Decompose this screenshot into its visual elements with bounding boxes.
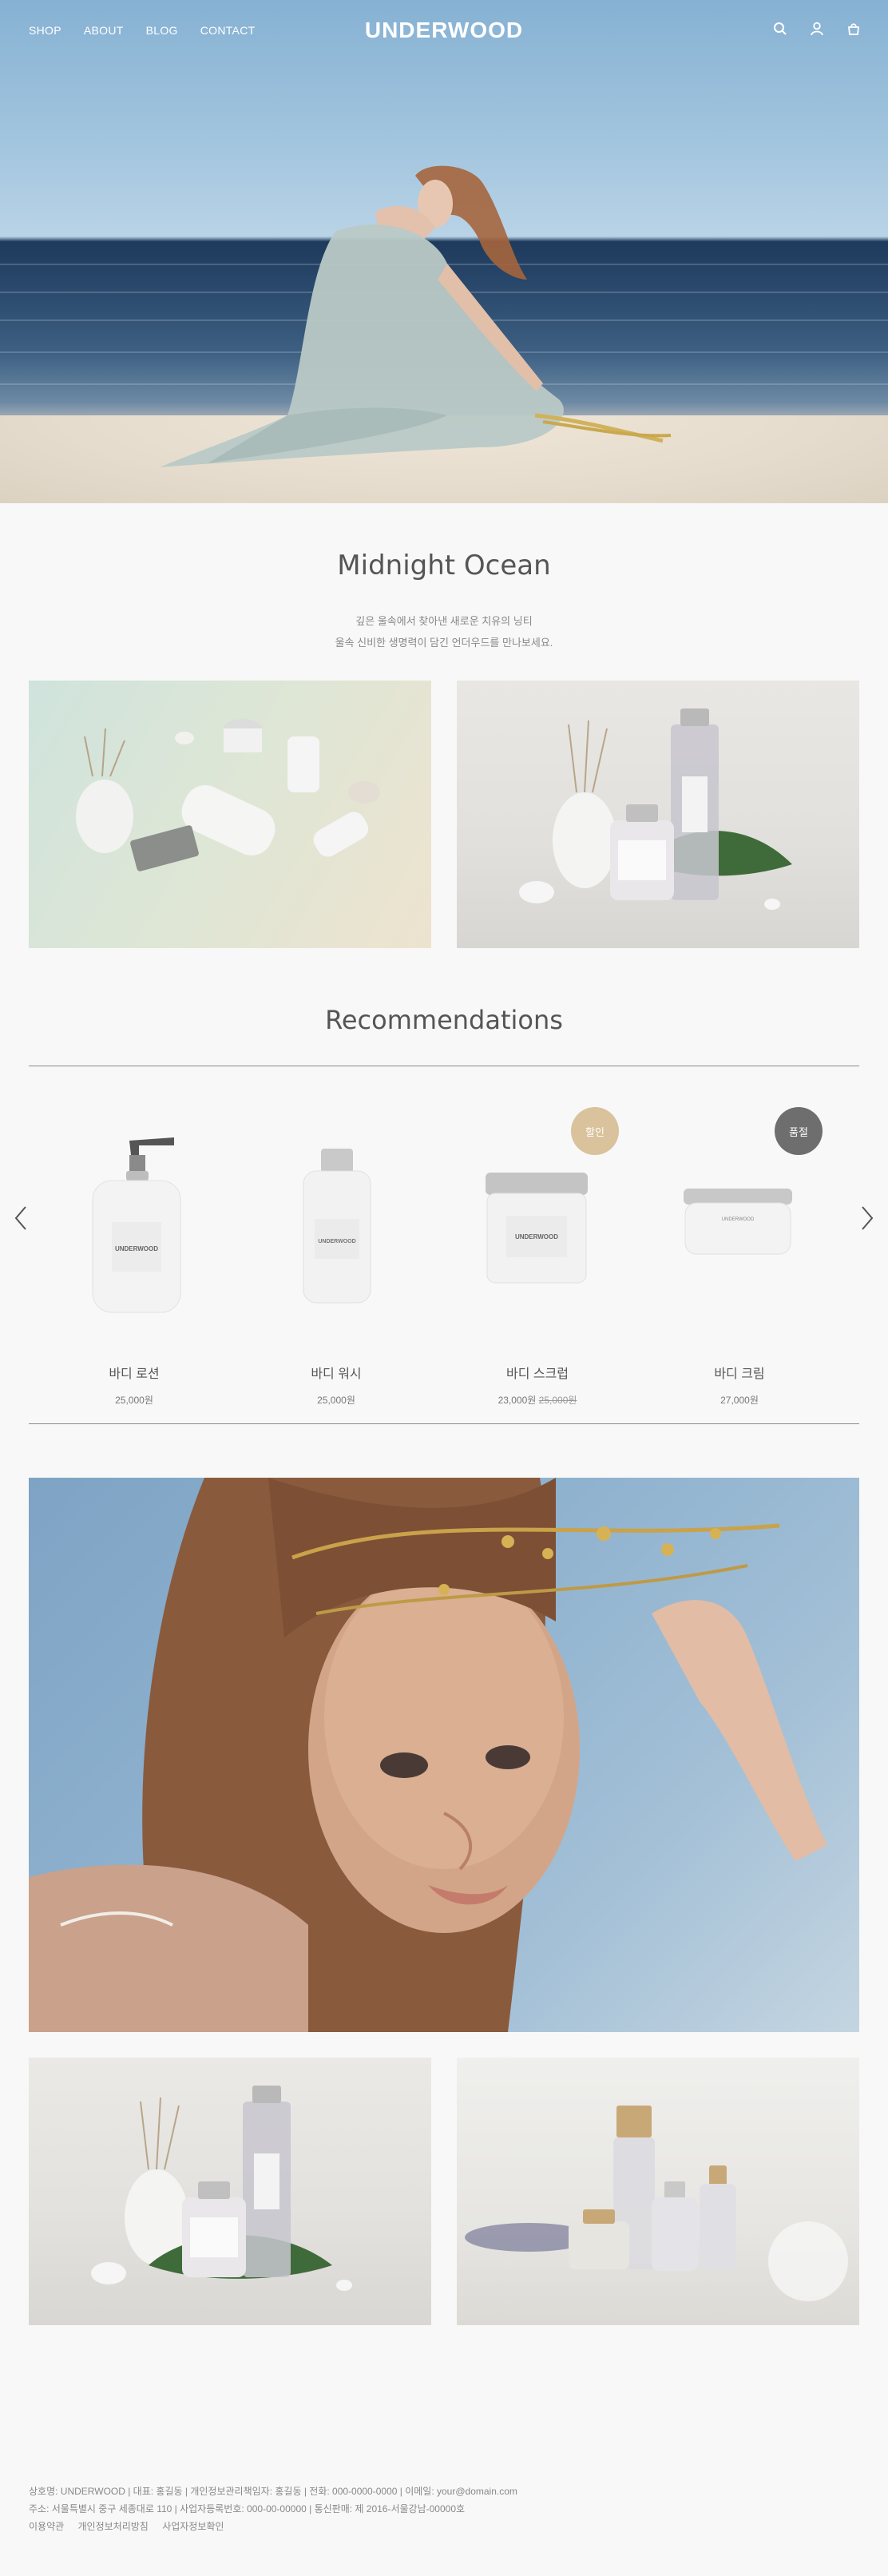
- header-icons: [773, 22, 861, 36]
- business-info-link[interactable]: 사업자정보확인: [162, 2521, 224, 2532]
- svg-text:UNDERWOOD: UNDERWOOD: [115, 1245, 158, 1252]
- terms-link[interactable]: 이용약관: [29, 2521, 64, 2532]
- intro-title: Midnight Ocean: [337, 550, 551, 581]
- original-price: 25,000원: [538, 1395, 577, 1406]
- recommendations-bottom-divider: [29, 1423, 859, 1424]
- user-icon[interactable]: [810, 22, 824, 36]
- svg-text:UNDERWOOD: UNDERWOOD: [318, 1239, 355, 1244]
- recommendations-title: Recommendations: [325, 1005, 563, 1035]
- body-lotion-image: UNDERWOOD: [92, 1137, 181, 1313]
- product-price: 25,000원: [115, 1395, 153, 1406]
- intro-description: 깊은 울속에서 찾아낸 새로운 치유의 닝티 울속 신비한 생명력이 담긴 언더…: [0, 610, 888, 653]
- product-photo-2: [457, 681, 859, 948]
- footer-links: 이용약관 개인정보처리방침 사업자정보확인: [29, 2518, 517, 2535]
- soldout-badge: 품절: [775, 1107, 823, 1155]
- lifestyle-photo-1: [29, 2058, 431, 2325]
- carousel-next-arrow-icon[interactable]: [859, 1205, 875, 1232]
- body-cream-image: UNDERWOOD: [684, 1189, 792, 1255]
- hero-model-image: [160, 165, 672, 467]
- shopping-bag-icon[interactable]: [846, 22, 861, 36]
- carousel-prev-arrow-icon[interactable]: [13, 1205, 29, 1232]
- product-name[interactable]: 바디 로션: [54, 1363, 214, 1382]
- product-name[interactable]: 바디 스크럽: [458, 1363, 617, 1382]
- product-name[interactable]: 바디 크림: [660, 1363, 819, 1382]
- portrait-banner-image: [29, 1478, 859, 2032]
- svg-text:UNDERWOOD: UNDERWOOD: [515, 1233, 558, 1240]
- search-icon[interactable]: [773, 22, 787, 36]
- hero-banner: SHOP ABOUT BLOG CONTACT UNDERWOOD: [0, 0, 888, 503]
- intro-line-1: 깊은 울속에서 찾아낸 새로운 치유의 닝티: [355, 615, 533, 627]
- intro-line-2: 울속 신비한 생명력이 담긴 언더우드를 만나보세요.: [335, 637, 553, 649]
- site-logo[interactable]: UNDERWOOD: [0, 18, 888, 43]
- company-info-line-1: 상호명: UNDERWOOD | 대표: 홍길동 | 개인정보관리책임자: 홍길…: [29, 2486, 517, 2497]
- body-scrub-image: UNDERWOOD: [486, 1173, 588, 1284]
- company-info-line-2: 주소: 서울특별시 중구 세종대로 110 | 사업자등록번호: 000-00-…: [29, 2503, 466, 2514]
- lifestyle-photo-2: [457, 2058, 859, 2325]
- site-footer: 상호명: UNDERWOOD | 대표: 홍길동 | 개인정보관리책임자: 홍길…: [29, 2483, 517, 2535]
- product-price: 25,000원: [317, 1395, 355, 1406]
- product-name[interactable]: 바디 워시: [256, 1363, 416, 1382]
- privacy-link[interactable]: 개인정보처리방침: [78, 2521, 149, 2532]
- body-wash-image: UNDERWOOD: [303, 1149, 371, 1304]
- product-price: 23,000원 25,000원: [458, 1393, 617, 1407]
- product-price: 27,000원: [720, 1395, 759, 1406]
- svg-text:UNDERWOOD: UNDERWOOD: [722, 1217, 755, 1222]
- sale-badge: 할인: [571, 1107, 619, 1155]
- product-photo-1: [29, 681, 431, 948]
- top-navigation: SHOP ABOUT BLOG CONTACT UNDERWOOD: [0, 0, 888, 61]
- sale-price: 23,000원: [498, 1395, 537, 1406]
